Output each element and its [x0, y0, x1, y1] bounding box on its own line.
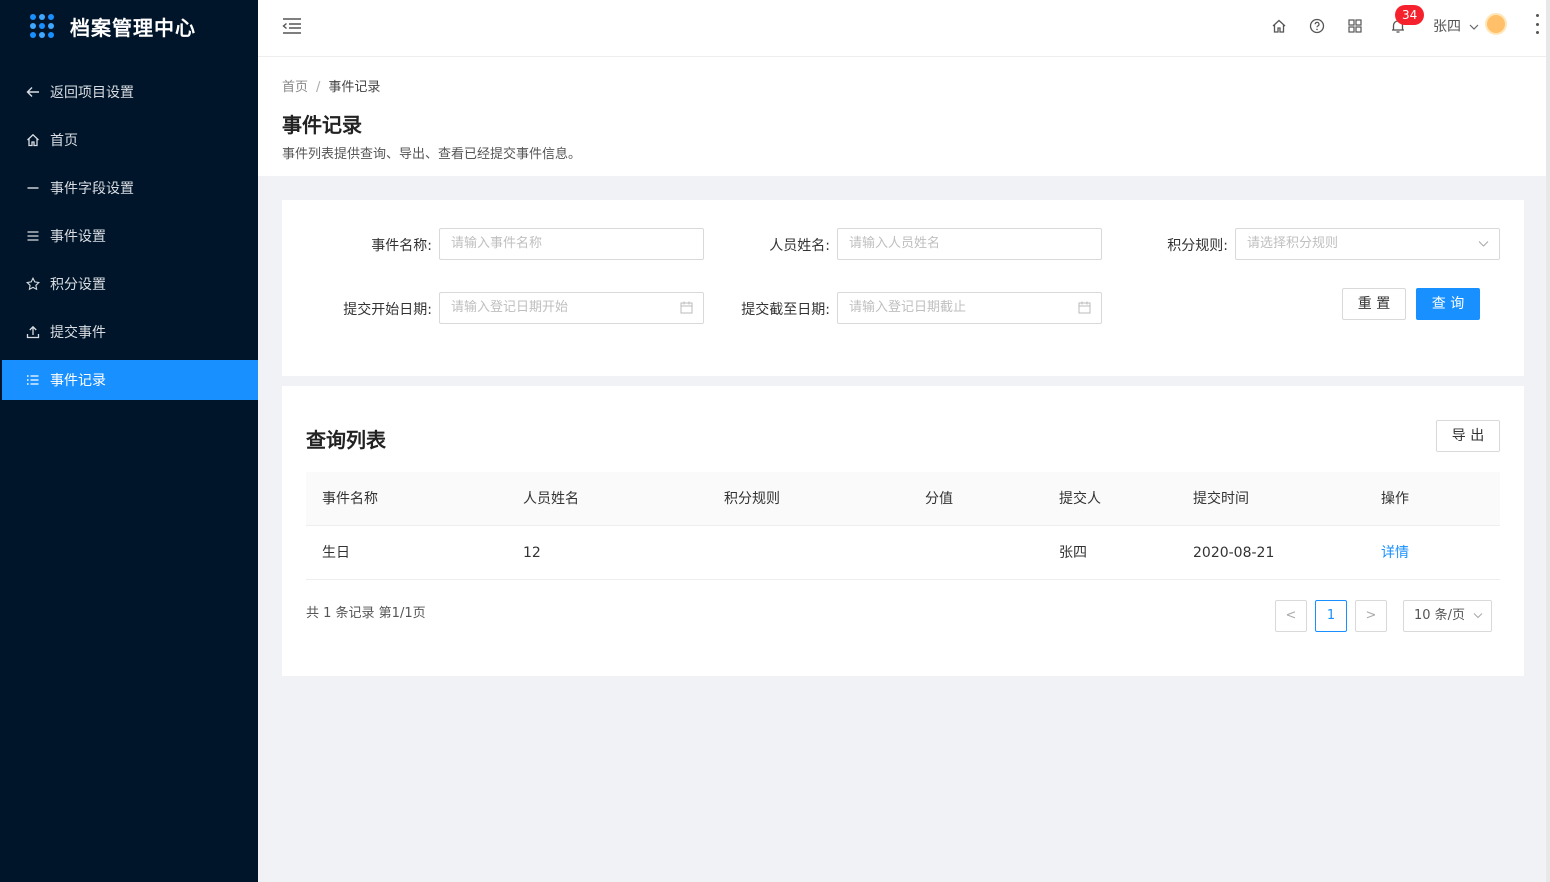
event-name-label: 事件名称:: [371, 238, 432, 254]
sidebar-item-label: 提交事件: [50, 325, 106, 341]
page-description: 事件列表提供查询、导出、查看已经提交事件信息。: [282, 147, 582, 162]
breadcrumb-separator: /: [316, 80, 321, 95]
list-title: 查询列表: [306, 428, 386, 452]
app-title: 档案管理中心: [70, 15, 196, 40]
page-title: 事件记录: [282, 113, 362, 137]
prev-page-button[interactable]: <: [1275, 600, 1307, 632]
star-icon: [26, 277, 40, 291]
end-date-label: 提交截至日期:: [741, 302, 830, 318]
cell-event-name: 生日: [322, 545, 350, 561]
app-logo[interactable]: 档案管理中心: [0, 0, 258, 52]
filter-card: 事件名称: 请输入事件名称 人员姓名: 请输入人员姓名 积分规则: 请选择积分规…: [282, 200, 1524, 376]
sidebar: 档案管理中心 返回项目设置 首页 事件字段设置 事件设置 积分设置 提交事件 事…: [0, 0, 258, 882]
end-date-input[interactable]: 请输入登记日期截止: [837, 292, 1102, 324]
start-date-placeholder: 请输入登记日期开始: [451, 300, 569, 315]
person-name-input[interactable]: 请输入人员姓名: [837, 228, 1102, 260]
sidebar-item-points-settings[interactable]: 积分设置: [0, 264, 258, 304]
detail-link[interactable]: 详情: [1381, 526, 1409, 580]
column-header: 事件名称: [322, 491, 378, 507]
page-size-value: 10 条/页: [1414, 608, 1466, 623]
points-rule-label: 积分规则:: [1167, 238, 1228, 254]
sidebar-item-label: 事件字段设置: [50, 181, 134, 197]
sidebar-item-home[interactable]: 首页: [0, 120, 258, 160]
home-icon[interactable]: [1270, 17, 1288, 35]
apps-icon[interactable]: [1346, 17, 1364, 35]
search-button[interactable]: 查 询: [1416, 288, 1480, 320]
sidebar-item-event-records[interactable]: 事件记录: [2, 360, 258, 400]
person-name-label: 人员姓名:: [769, 238, 830, 254]
table-row: 生日 12 张四 2020-08-21 详情: [306, 526, 1500, 580]
user-menu[interactable]: 张四: [1433, 16, 1479, 36]
sidebar-item-label: 首页: [50, 133, 78, 149]
start-date-input[interactable]: 请输入登记日期开始: [439, 292, 704, 324]
upload-icon: [26, 325, 40, 339]
notification-badge: 34: [1395, 5, 1425, 25]
calendar-icon: [1078, 293, 1091, 334]
pagination-summary: 共 1 条记录 第1/1页: [306, 606, 426, 621]
sidebar-item-submit-event[interactable]: 提交事件: [0, 312, 258, 352]
top-header: 34 张四: [258, 0, 1550, 57]
breadcrumb-home[interactable]: 首页: [282, 80, 308, 95]
cell-submit-time: 2020-08-21: [1193, 545, 1275, 561]
breadcrumb: 首页 / 事件记录: [282, 76, 380, 95]
avatar[interactable]: [1485, 13, 1507, 35]
minus-icon: [26, 181, 40, 195]
cell-submitter: 张四: [1059, 545, 1087, 561]
sidebar-item-label: 返回项目设置: [50, 85, 134, 101]
sidebar-item-label: 事件设置: [50, 229, 106, 245]
reset-button[interactable]: 重 置: [1342, 288, 1406, 320]
chevron-down-icon: [1478, 229, 1489, 270]
end-date-placeholder: 请输入登记日期截止: [849, 300, 967, 315]
result-list-card: 查询列表 导 出 事件名称 人员姓名 积分规则 分值 提交人 提交时间 操作 生…: [282, 386, 1524, 676]
cell-person-name: 12: [523, 545, 541, 561]
start-date-label: 提交开始日期:: [343, 302, 432, 318]
arrow-left-icon: [26, 85, 40, 99]
page-header: 首页 / 事件记录 事件记录 事件列表提供查询、导出、查看已经提交事件信息。: [258, 57, 1550, 176]
list-icon: [26, 373, 40, 387]
sidebar-item-event-field-settings[interactable]: 事件字段设置: [0, 168, 258, 208]
sidebar-item-event-settings[interactable]: 事件设置: [0, 216, 258, 256]
column-header: 提交人: [1059, 491, 1101, 507]
menu-fold-icon[interactable]: [282, 17, 302, 35]
next-page-button[interactable]: >: [1355, 600, 1387, 632]
points-rule-placeholder: 请选择积分规则: [1247, 236, 1339, 251]
column-header: 分值: [925, 491, 953, 507]
menu-icon: [26, 229, 40, 243]
page-size-select[interactable]: 10 条/页: [1403, 600, 1492, 632]
column-header: 提交时间: [1193, 491, 1249, 507]
sidebar-menu: 返回项目设置 首页 事件字段设置 事件设置 积分设置 提交事件 事件记录: [0, 72, 258, 400]
event-name-input[interactable]: 请输入事件名称: [439, 228, 704, 260]
column-header: 积分规则: [724, 491, 780, 507]
table-header: 事件名称 人员姓名 积分规则 分值 提交人 提交时间 操作: [306, 472, 1500, 526]
page-1-button[interactable]: 1: [1315, 600, 1347, 632]
more-vertical-icon[interactable]: [1534, 14, 1540, 34]
apps-grid-icon: [30, 14, 54, 38]
chevron-down-icon: [1473, 601, 1483, 643]
sidebar-item-back-project-settings[interactable]: 返回项目设置: [0, 72, 258, 112]
export-button[interactable]: 导 出: [1436, 420, 1500, 452]
column-header: 人员姓名: [523, 491, 579, 507]
home-icon: [26, 133, 40, 147]
sidebar-item-label: 积分设置: [50, 277, 106, 293]
column-header: 操作: [1381, 491, 1409, 507]
scrollbar[interactable]: [1546, 0, 1550, 882]
breadcrumb-current: 事件记录: [328, 80, 381, 95]
chevron-down-icon: [1469, 19, 1479, 35]
points-rule-select[interactable]: 请选择积分规则: [1235, 228, 1500, 260]
help-icon[interactable]: [1308, 17, 1326, 35]
sidebar-item-label: 事件记录: [50, 373, 106, 389]
user-name: 张四: [1433, 19, 1461, 35]
